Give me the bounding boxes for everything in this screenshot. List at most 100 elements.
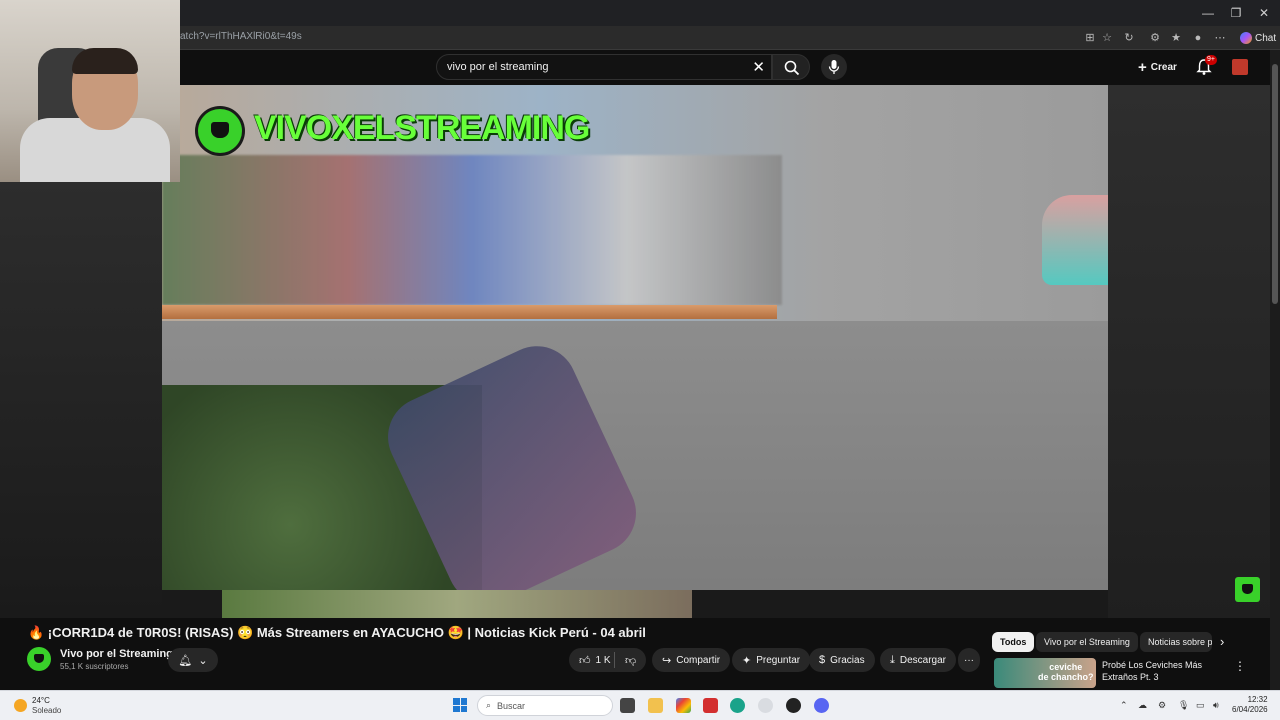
ask-label: Preguntar [756,654,801,666]
chat-label: Chat [1255,32,1277,44]
windows-start-icon[interactable] [453,698,467,712]
youtube-header: vivo por el streaming ✕ + Crear 9+ [0,50,1280,85]
notifications-badge: 9+ [1205,55,1217,65]
restore-icon[interactable]: ❐ [1221,4,1251,22]
ambient-left [0,182,162,618]
copilot-chat-button[interactable]: Chat [1236,29,1280,47]
favorite-star-icon[interactable]: ☆ [1099,30,1115,46]
sparkle-icon: ✦ [742,654,752,667]
like-count: 1 K [595,654,611,666]
weather-temperature[interactable]: 24°C [32,696,50,705]
recommendation-title[interactable]: Probé Los Ceviches Más Extraños Pt. 3 [1102,659,1212,683]
channel-banner-logo [198,109,242,153]
channel-watermark-icon[interactable] [1235,577,1260,602]
ambient-right [1108,85,1270,618]
webcam-overlay [0,0,180,182]
video-railing [162,305,777,319]
bell-icon: 🔔︎ [178,654,193,667]
volume-icon[interactable]: 🔊︎ [1213,700,1219,711]
file-explorer-icon[interactable] [648,698,663,713]
search-button[interactable] [772,54,810,80]
super-thanks-icon: $ [819,654,826,666]
search-input[interactable]: vivo por el streaming ✕ [436,54,772,80]
clock-time: 12:32 [1247,695,1268,704]
taskbar-search-icon: ⌕ [486,700,492,710]
task-view-icon[interactable] [620,698,635,713]
browser-titlebar: — ❐ ✕ [0,0,1280,26]
clear-search-icon[interactable]: ✕ [752,58,765,76]
video-crowd [162,155,782,305]
share-button[interactable]: ↪ Compartir [652,648,731,672]
chip-channel[interactable]: Vivo por el Streaming [1036,632,1138,652]
download-label: Descargar [899,654,947,666]
scrollbar-thumb[interactable] [1272,64,1278,304]
share-label: Compartir [676,654,721,666]
minimize-icon[interactable]: — [1193,4,1223,22]
create-button[interactable]: + Crear [1132,56,1183,78]
windows-taskbar: 24°C Soleado ⌕ Buscar ⌃ ☁ ⚙ 🎙︎ ▭ 🔊︎ 12:3… [0,690,1280,720]
taskbar-search-label: Buscar [497,700,526,711]
weather-description[interactable]: Soleado [32,706,61,715]
download-icon: ⤓ [890,653,895,666]
video-player[interactable]: VIVOXELSTREAMING [162,85,1108,618]
copilot-app-icon[interactable] [676,698,691,713]
office-app-icon[interactable] [703,698,718,713]
obs-icon[interactable] [758,698,773,713]
microphone-icon [828,60,840,74]
chevron-right-icon[interactable]: › [1220,634,1224,649]
video-figure [1042,195,1108,285]
more-actions-button[interactable]: ··· [958,648,980,672]
clock-date: 6/04/2026 [1232,705,1268,714]
weather-sun-icon[interactable] [14,699,27,712]
browser-menu-icon[interactable]: ⋯ [1212,30,1228,46]
share-icon: ↪ [662,654,672,667]
favorites-icon[interactable]: ★ [1168,30,1184,46]
webcam-hair [72,48,138,74]
settings-icon[interactable]: ⚙ [1158,700,1166,711]
address-bar[interactable]: atch?v=rlThHAXlRi0&t=49s ⊞ ☆ ↻ ⚙ ★ ● ⋯ C… [0,26,1280,50]
chevron-down-icon: ⌄ [198,654,208,667]
url-text[interactable]: atch?v=rlThHAXlRi0&t=49s [180,31,302,42]
ask-button[interactable]: ✦ Preguntar [732,648,811,672]
search-query[interactable]: vivo por el streaming [447,61,549,73]
close-icon[interactable]: ✕ [1249,4,1279,22]
thanks-button[interactable]: $ Gracias [809,648,875,672]
extensions-icon[interactable]: ⚙ [1147,30,1163,46]
recommendation-menu-icon[interactable]: ⋮ [1234,659,1246,673]
page-scrollbar[interactable] [1270,50,1280,690]
account-avatar[interactable] [1232,59,1248,75]
system-clock[interactable]: 12:32 6/04/2026 [1232,695,1268,715]
chip-todos[interactable]: Todos [992,632,1035,652]
profile-icon[interactable]: ● [1190,30,1206,46]
plus-icon: + [1138,58,1147,76]
discord-icon[interactable] [814,698,829,713]
refresh-icon[interactable]: ↻ [1121,30,1137,46]
split-screen-icon[interactable]: ⊞ [1082,30,1098,46]
thanks-label: Gracias [830,654,865,666]
copilot-icon [1240,32,1252,44]
recommendation-thumbnail[interactable]: ceviche de chancho? [994,658,1096,688]
dislike-button[interactable]: 👎︎ [615,648,647,672]
chip-news[interactable]: Noticias sobre p [1140,632,1212,652]
recording-app-icon[interactable] [786,698,801,713]
create-label: Crear [1150,61,1177,73]
video-title: 🔥 ¡CORR1D4 de T0R0S! (RISAS) 😳 Más Strea… [28,625,646,640]
channel-avatar[interactable] [27,647,51,671]
like-button[interactable]: 👍︎ 1 K [569,648,621,672]
channel-name[interactable]: Vivo por el Streaming [60,648,173,660]
voice-search-button[interactable] [821,54,847,80]
channel-banner-text: VIVOXELSTREAMING [254,109,590,147]
taskbar-search[interactable]: ⌕ Buscar [477,695,613,716]
subscription-notifications-button[interactable]: 🔔︎ ⌄ [168,648,218,672]
microphone-tray-icon[interactable]: 🎙︎ [1178,700,1189,711]
video-grass [222,590,692,618]
network-icon[interactable]: ▭ [1196,700,1205,711]
subscriber-count: 55,1 K suscriptores [60,662,129,671]
thumbs-up-icon: 👍︎ [579,654,591,667]
tray-chevron-up-icon[interactable]: ⌃ [1120,700,1128,711]
edge-browser-icon[interactable] [730,698,745,713]
thumbs-down-icon: 👎︎ [625,654,637,667]
onedrive-icon[interactable]: ☁ [1138,700,1147,711]
download-button[interactable]: ⤓ Descargar [880,648,957,672]
search-icon [784,60,800,76]
